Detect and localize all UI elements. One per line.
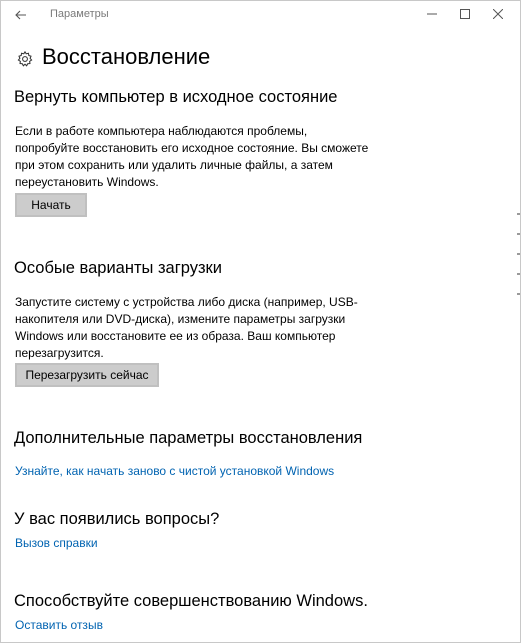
close-icon [493, 9, 503, 19]
give-feedback-link[interactable]: Оставить отзыв [15, 618, 103, 632]
more-recovery-options-heading: Дополнительные параметры восстановления [14, 429, 363, 447]
restart-now-button[interactable]: Перезагрузить сейчас [15, 363, 159, 387]
advanced-startup-description-line: накопителя или DVD-диска), измените пара… [15, 312, 346, 326]
start-reset-button[interactable]: Начать [15, 193, 87, 217]
scrollbar-tick [517, 253, 520, 255]
fresh-start-link[interactable]: Узнайте, как начать заново с чистой уста… [15, 464, 334, 478]
reset-description-line: Если в работе компьютера наблюдаются про… [15, 124, 308, 138]
advanced-startup-heading: Особые варианты загрузки [14, 259, 222, 277]
scrollbar-tick [517, 273, 520, 275]
minimize-button[interactable] [416, 1, 448, 27]
advanced-startup-description-line: Запустите систему с устройства либо диск… [15, 295, 358, 309]
title-bar: Параметры [1, 1, 520, 29]
page-title: Восстановление [42, 44, 211, 69]
reset-description: Если в работе компьютера наблюдаются про… [15, 123, 375, 191]
feedback-heading: Способствуйте совершенствованию Windows. [14, 592, 368, 610]
reset-description-line: при этом сохранить или удалить личные фа… [15, 158, 333, 172]
get-help-link[interactable]: Вызов справки [15, 536, 98, 550]
app-title: Параметры [50, 8, 109, 20]
gear-icon [17, 50, 33, 67]
scrollbar-tick [517, 233, 520, 235]
scrollbar-tick [517, 293, 520, 295]
maximize-icon [460, 9, 470, 19]
maximize-button[interactable] [449, 1, 481, 27]
reset-description-line: переустановить Windows. [15, 175, 159, 189]
settings-window: Параметры Восстановление Вернуть компьют… [0, 0, 521, 643]
minimize-icon [427, 13, 437, 15]
reset-heading: Вернуть компьютер в исходное состояние [14, 88, 338, 106]
questions-heading: У вас появились вопросы? [14, 510, 220, 528]
scrollbar[interactable] [513, 31, 518, 636]
close-button[interactable] [482, 1, 514, 27]
advanced-startup-description-line: перезагрузится. [15, 346, 104, 360]
advanced-startup-description-line: Windows или восстановите ее из образа. В… [15, 329, 336, 343]
back-button[interactable] [10, 5, 32, 25]
back-arrow-icon [15, 10, 26, 20]
scrollbar-tick [517, 213, 520, 215]
advanced-startup-description: Запустите систему с устройства либо диск… [15, 294, 375, 362]
reset-description-line: попробуйте восстановить его исходное сос… [15, 141, 369, 155]
